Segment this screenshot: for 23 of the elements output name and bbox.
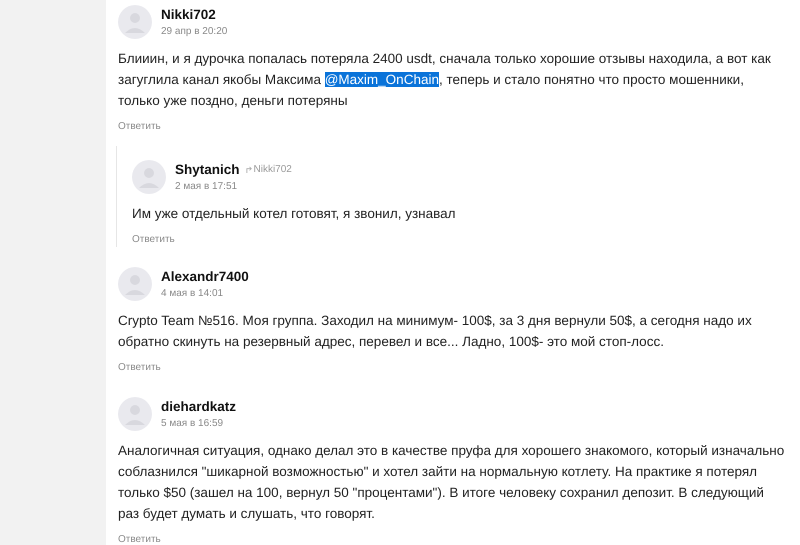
comment-date: 5 мая в 16:59 xyxy=(161,418,224,430)
reply-link[interactable]: Ответить xyxy=(118,119,161,134)
avatar-icon xyxy=(118,267,152,301)
avatar-icon xyxy=(118,5,152,39)
comment-date: 2 мая в 17:51 xyxy=(175,181,238,193)
comment-text: Crypto Team №516. Моя группа. Заходил на минимум- 100$, за 3 дня вернули 50$, а сегодня надо их обратно скинуть на резервный адрес, перевел и все... Ладно, 100$- это мой стоп-лосс. xyxy=(118,312,753,351)
author-name[interactable]: diehardkatz xyxy=(161,398,236,415)
avatar-icon xyxy=(132,160,166,194)
comment-date: 4 мая в 14:01 xyxy=(161,288,224,300)
reply-link[interactable]: Ответить xyxy=(132,232,175,247)
author-name[interactable]: Alexandr7400 xyxy=(161,268,249,285)
mention-link[interactable]: @Maxim_OnChain xyxy=(324,72,439,87)
reply-to-name[interactable]: Nikki702 xyxy=(254,162,292,177)
avatar-icon xyxy=(118,397,152,431)
comment-text: Им уже отдельный котел готовят, я звонил, узнавал xyxy=(132,205,457,223)
reply-link[interactable]: Ответить xyxy=(118,360,161,375)
comment-text: Аналогичная ситуация, однако делал это в качестве пруфа для хорошего знакомого, который изначально соблазнился "шикарной возможностью" и хотел зайти на нормальную котлету. На практике я потерял только $50 (зашел на 100, вернул 50 "процентами"). В итоге человеку сохранил депозит. В следующий раз будет думать и слушать, что говорят. xyxy=(118,442,786,523)
comment-text: Блииин, и я дурочка попалась потеряла 2400 usdt, сначала только хорошие отзывы находила, а вот как загуглила канал якобы Максима @Maxim_OnChain, теперь и стало понятно что просто мошенники, только уже поздно, деньги потеряны xyxy=(118,50,772,110)
author-name[interactable]: Nikki702 xyxy=(161,6,216,23)
reply-arrow-icon xyxy=(246,166,253,173)
author-name[interactable]: Shytanich xyxy=(175,161,240,178)
reply-link[interactable]: Ответить xyxy=(118,532,161,545)
comment-date: 29 апр в 20:20 xyxy=(161,26,228,38)
